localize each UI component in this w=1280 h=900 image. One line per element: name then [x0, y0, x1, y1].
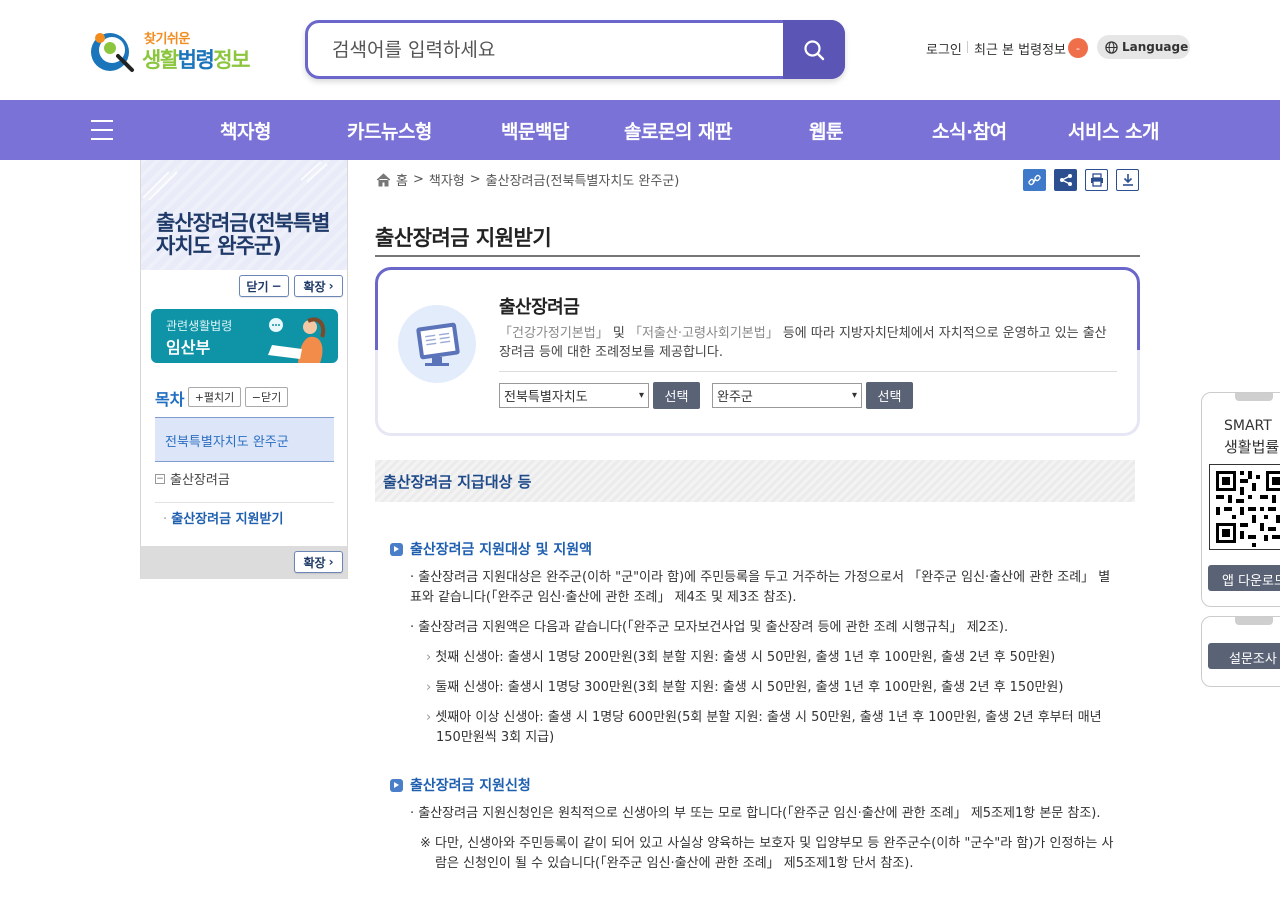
chevron-down-icon: ▾: [851, 390, 857, 401]
minus-icon: −: [271, 279, 282, 293]
print-button[interactable]: [1085, 169, 1108, 191]
nav-item-about[interactable]: 서비스 소개: [1068, 117, 1160, 144]
chevron-right-icon: ›: [328, 555, 334, 569]
toc-region-selected[interactable]: 전북특별자치도 완주군: [155, 417, 334, 462]
chevron-down-icon: ▾: [638, 390, 644, 401]
survey-button[interactable]: 설문조사: [1208, 643, 1280, 669]
sidebar: 출산장려금(전북특별자치도 완주군) 닫기 − 확장 › 관련생활법령 임산부 목차…: [140, 160, 348, 579]
related-law-banner[interactable]: 관련생활법령 임산부: [151, 309, 338, 363]
recent-count-badge: -: [1068, 38, 1088, 58]
print-icon: [1090, 173, 1103, 187]
language-button[interactable]: Language: [1097, 35, 1190, 59]
toc-expand-button[interactable]: + 펼치기: [188, 387, 241, 407]
toc-label: 목차: [155, 390, 185, 409]
smart-app-name: 생활법률: [1224, 438, 1280, 456]
province-select[interactable]: 전북특별자치도 ▾: [499, 383, 649, 408]
share-button[interactable]: [1054, 169, 1077, 191]
list-item-third: › 셋째아 이상 신생아: 출생 시 1명당 600만원(5회 분할 지원: 출…: [426, 710, 1102, 745]
county-select[interactable]: 완주군 ▾: [712, 383, 862, 408]
nav-item-cardnews[interactable]: 카드뉴스형: [347, 117, 432, 144]
search-button[interactable]: [783, 20, 845, 79]
related-caption: 관련생활법령: [166, 319, 233, 333]
subheading-target: 출산장려금 지원대상 및 지원액: [390, 539, 592, 559]
related-title: 임산부: [166, 338, 211, 357]
header: 찾기쉬운 생활법령정보 로그인 최근 본 법령정보 - Language: [0, 0, 1280, 100]
sidebar-title: 출산장려금(전북특별자치도 완주군): [156, 211, 330, 258]
subheading-apply: 출산장려금 지원신청: [390, 775, 531, 795]
paragraph-applicant: · 출산장려금 지원신청인은 원칙적으로 신생아의 부 또는 모로 합니다(「완…: [410, 806, 1101, 821]
nav-item-webtoon[interactable]: 웹툰: [809, 117, 843, 144]
logo-big-text: 생활법령정보: [142, 48, 250, 72]
recent-laws-link[interactable]: 최근 본 법령정보: [974, 36, 1066, 60]
search-box: [305, 20, 845, 79]
county-select-button[interactable]: 선택: [866, 382, 913, 409]
language-label: Language: [1122, 40, 1189, 54]
share-icon: [1059, 174, 1072, 186]
book-monitor-icon: [398, 305, 476, 383]
breadcrumb-current: 출산장려금(전북특별자치도 완주군): [485, 174, 680, 189]
download-icon: [1122, 174, 1133, 186]
smart-label: SMART: [1224, 418, 1272, 434]
download-button[interactable]: [1116, 169, 1139, 191]
toc-subitem-active[interactable]: · 출산장려금 지원받기: [163, 508, 283, 527]
title-divider: [375, 255, 1140, 257]
breadcrumb-book[interactable]: 책자형: [429, 170, 465, 189]
hamburger-menu-icon[interactable]: [91, 120, 113, 140]
sidebar-header: 출산장려금(전북특별자치도 완주군): [141, 160, 347, 270]
breadcrumb-home[interactable]: 홈: [396, 170, 408, 189]
toc-divider: [155, 502, 334, 503]
paragraph-target: · 출산장려금 지원대상은 완주군(이하 "군"이라 함)에 주민등록을 두고 …: [410, 570, 1111, 605]
bullet-arrow-icon: [390, 542, 403, 556]
section-header: 출산장려금 지급대상 등: [375, 460, 1135, 502]
bullet-arrow-icon: [390, 778, 403, 792]
toc-item[interactable]: − 출산장려금: [155, 469, 230, 488]
paragraph-note: ※ 다만, 신생아와 주민등록이 같이 되어 있고 사실상 양육하는 보호자 및…: [420, 836, 1114, 871]
chevron-right-icon: ›: [328, 279, 334, 293]
link-copy-button[interactable]: [1023, 169, 1046, 191]
qr-code-icon: [1209, 464, 1280, 550]
sidebar-footer: 확장 ›: [141, 546, 347, 579]
sidebar-expand-button[interactable]: 확장 ›: [294, 275, 343, 297]
logo-mark-icon: [91, 33, 134, 72]
nav-item-solomon[interactable]: 솔로몬의 재판: [624, 117, 733, 144]
card-divider: [499, 371, 1117, 372]
globe-icon: [1105, 40, 1118, 54]
main-nav: 책자형 카드뉴스형 백문백답 솔로몬의 재판 웹툰 소식·참여 서비스 소개: [0, 100, 1280, 160]
login-link[interactable]: 로그인: [926, 36, 962, 60]
toc-close-button[interactable]: − 닫기: [245, 387, 288, 407]
card-description: 「건강가정기본법」 및 「저출산·고령사회기본법」 등에 따라 지방자치단체에서…: [499, 326, 1107, 360]
info-card: 출산장려금 「건강가정기본법」 및 「저출산·고령사회기본법」 등에 따라 지방…: [375, 267, 1140, 436]
sidebar-close-button[interactable]: 닫기 −: [239, 275, 289, 297]
site-logo[interactable]: 찾기쉬운 생활법령정보: [88, 24, 258, 76]
search-input[interactable]: [332, 35, 772, 65]
nav-item-news[interactable]: 소식·참여: [932, 117, 1007, 144]
survey-panel: 설문조사: [1201, 616, 1280, 687]
smart-app-panel: SMART 생활법률 앱 다운로드: [1201, 392, 1280, 607]
card-title: 출산장려금: [499, 297, 580, 318]
list-item-first: › 첫째 신생아: 출생시 1명당 200만원(3회 분할 지원: 출생 시 5…: [426, 650, 1056, 665]
nav-item-book[interactable]: 책자형: [220, 117, 271, 144]
link-icon: [1028, 174, 1041, 185]
search-icon: [804, 39, 825, 60]
nav-item-qa[interactable]: 백문백답: [501, 117, 569, 144]
list-item-second: › 둘째 신생아: 출생시 1명당 300만원(3회 분할 지원: 출생 시 5…: [426, 680, 1064, 695]
sidebar-footer-expand-button[interactable]: 확장 ›: [294, 551, 343, 573]
paragraph-amount: · 출산장려금 지원액은 다음과 같습니다(「완주군 모자보건사업 및 출산장려…: [410, 620, 1009, 635]
pregnant-person-icon: [268, 317, 326, 363]
breadcrumb: 홈 > 책자형 > 출산장려금(전북특별자치도 완주군): [376, 170, 679, 189]
decor-lines-icon: [142, 161, 328, 200]
app-download-button[interactable]: 앱 다운로드: [1208, 565, 1280, 591]
home-icon[interactable]: [376, 172, 391, 187]
util-divider: [967, 41, 968, 53]
page-title: 출산장려금 지원받기: [375, 226, 552, 250]
province-select-button[interactable]: 선택: [653, 382, 700, 409]
collapse-box-icon: −: [155, 473, 165, 484]
